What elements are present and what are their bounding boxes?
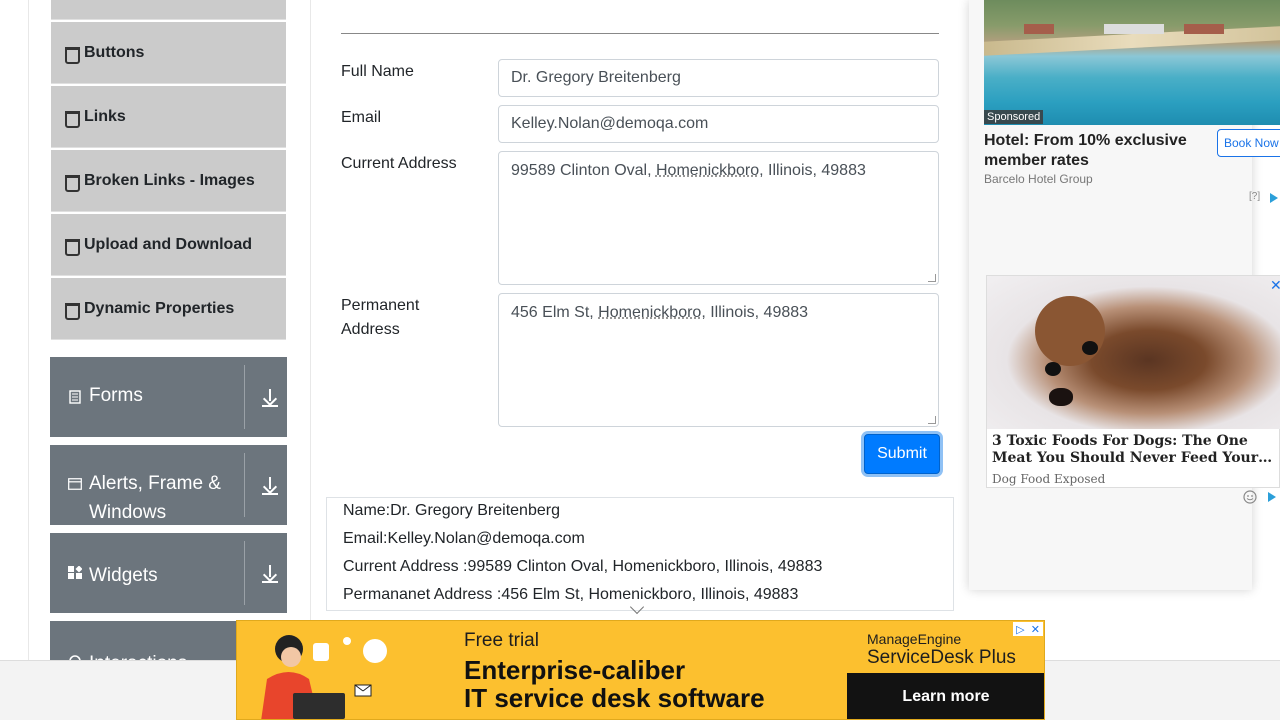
sidebar-group-label: Forms — [89, 385, 143, 406]
close-icon[interactable]: ✕ — [1031, 623, 1040, 636]
html5-icon — [65, 46, 80, 64]
current-address-label: Current Address — [341, 155, 457, 172]
sidebar-group-forms[interactable]: Forms — [50, 357, 287, 437]
dog-ad-title[interactable]: 3 Toxic Foods For Dogs: The One Meat You… — [992, 433, 1276, 467]
left-column-rule — [28, 0, 29, 660]
download-icon[interactable] — [262, 565, 278, 583]
dog-ad-card[interactable]: 3 Toxic Foods For Dogs: The One Meat You… — [986, 275, 1280, 488]
sidebar-item-dynamic-properties[interactable]: Dynamic Properties — [51, 278, 286, 340]
dog-ad-image — [987, 276, 1280, 429]
sidebar-item-upload-download[interactable]: Upload and Download — [51, 214, 286, 276]
permanent-address-label: Permanent Address — [341, 297, 420, 338]
hotel-ad-title[interactable]: Hotel: From 10% exclusive member rates — [984, 131, 1206, 171]
dog-ad-source: Dog Food Exposed — [992, 472, 1106, 486]
close-icon[interactable]: ✕ — [1270, 277, 1280, 294]
adchoices-icon[interactable] — [1266, 491, 1278, 503]
address-city: Homenickboro — [598, 304, 702, 321]
sidebar-group-alerts[interactable]: Alerts, Frame & Windows — [50, 445, 287, 525]
submit-button[interactable]: Submit — [864, 434, 940, 474]
sidebar-group-widgets[interactable]: Widgets — [50, 533, 287, 613]
html5-icon — [65, 110, 80, 128]
html5-icon — [65, 174, 80, 192]
sidebar-item-label: Buttons — [84, 43, 145, 61]
group-separator — [244, 453, 245, 517]
book-now-button[interactable]: Book Now — [1217, 129, 1280, 157]
address-city: Homenickboro — [655, 162, 760, 179]
sidebar-item-label: Upload and Download — [84, 235, 252, 253]
full-name-label: Full Name — [341, 63, 414, 80]
smiley-icon[interactable] — [1243, 490, 1257, 504]
form-divider — [341, 33, 939, 34]
group-separator — [244, 541, 245, 605]
servicedesk-banner-ad[interactable]: Free trial Enterprise-caliber IT service… — [236, 620, 1045, 720]
current-address-textarea[interactable]: 99589 Clinton Oval, Homenickboro, Illino… — [498, 151, 939, 285]
sidebar-group-label: Widgets — [89, 565, 158, 586]
download-icon[interactable] — [262, 389, 278, 407]
resize-handle[interactable] — [928, 416, 936, 424]
banner-headline-2: IT service desk software — [464, 683, 765, 713]
person-laptop-illustration — [261, 635, 387, 719]
address-text: 99589 Clinton Oval, — [511, 162, 656, 179]
output-name: Name:Dr. Gregory Breitenberg — [343, 502, 560, 519]
sidebar-item-buttons[interactable]: Buttons — [51, 22, 286, 84]
banner-close[interactable]: ▷ ✕ — [1013, 622, 1043, 636]
email-label: Email — [341, 109, 382, 126]
form-icon — [69, 390, 81, 404]
widgets-icon — [68, 566, 82, 579]
html5-icon — [65, 302, 80, 320]
resize-handle[interactable] — [928, 274, 936, 282]
download-icon[interactable] — [262, 477, 278, 495]
output-permanent-address: Permananet Address :456 Elm St, Homenick… — [343, 586, 799, 603]
learn-more-button[interactable]: Learn more — [847, 673, 1044, 719]
banner-brand-top: ManageEngine — [867, 631, 962, 647]
banner-headline-1: Enterprise-caliber — [464, 655, 686, 685]
output-current-address: Current Address :99589 Clinton Oval, Hom… — [343, 558, 823, 575]
sidebar-item-label: Dynamic Properties — [84, 299, 235, 317]
hotel-ad-brand: Barcelo Hotel Group — [984, 172, 1093, 186]
ad-info-link[interactable]: [?] — [1249, 191, 1260, 202]
address-text: 456 Elm St, — [511, 304, 599, 321]
output-box: Name:Dr. Gregory Breitenberg Email:Kelle… — [326, 497, 954, 611]
sidebar-item-label: Broken Links - Images — [84, 171, 255, 189]
sponsored-label: Sponsored — [984, 110, 1044, 124]
adchoices-icon[interactable]: ▷ — [1016, 623, 1024, 636]
adchoices-icon[interactable] — [1268, 192, 1280, 204]
window-icon — [68, 478, 82, 490]
permanent-address-textarea[interactable]: 456 Elm St, Homenickboro, Illinois, 4988… — [498, 293, 939, 427]
email-input[interactable]: Kelley.Nolan@demoqa.com — [498, 105, 939, 143]
group-separator — [244, 365, 245, 429]
output-email: Email:Kelley.Nolan@demoqa.com — [343, 530, 585, 547]
hotel-ad-image[interactable] — [984, 0, 1280, 125]
sidebar-item-label: Links — [84, 107, 126, 125]
sidebar-item-links[interactable]: Links — [51, 86, 286, 148]
html5-icon — [65, 238, 80, 256]
sidebar-group-label: Alerts, Frame & Windows — [89, 473, 221, 523]
banner-brand-bottom: ServiceDesk Plus — [867, 647, 1016, 668]
sidebar-item-partial[interactable] — [51, 0, 286, 20]
sidebar-divider — [310, 0, 311, 660]
full-name-input[interactable]: Dr. Gregory Breitenberg — [498, 59, 939, 97]
sidebar-item-broken-links[interactable]: Broken Links - Images — [51, 150, 286, 212]
address-text: , Illinois, 49883 — [759, 162, 866, 179]
banner-trial: Free trial — [464, 630, 539, 651]
address-text: , Illinois, 49883 — [701, 304, 809, 321]
